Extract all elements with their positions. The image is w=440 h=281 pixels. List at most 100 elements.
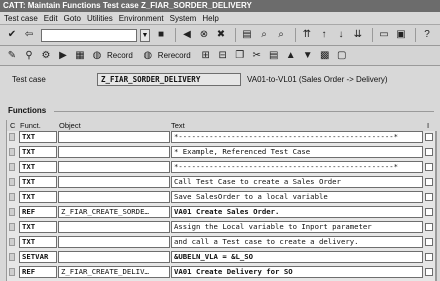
object-cell[interactable] [58, 131, 170, 143]
shortcut-icon[interactable]: ▣ [394, 28, 408, 42]
column-header-c[interactable]: C [10, 121, 15, 130]
column-header-text[interactable]: Text [171, 121, 185, 130]
record-button[interactable]: ◍ Record [90, 49, 133, 63]
cut-icon[interactable]: ✂ [250, 49, 264, 63]
menu-environment[interactable]: Environment [119, 14, 164, 23]
row-checkbox[interactable] [425, 223, 433, 231]
object-cell[interactable] [58, 176, 170, 188]
text-cell[interactable]: and call a Test case to create a deliver… [171, 236, 423, 248]
table-scrollbar[interactable] [435, 131, 437, 281]
row-checkbox[interactable] [425, 253, 433, 261]
find-icon[interactable]: ⌕ [257, 28, 271, 42]
first-page-icon[interactable]: ⇈ [300, 28, 314, 42]
row-selector[interactable] [9, 148, 15, 156]
command-field[interactable] [41, 28, 137, 42]
row-selector[interactable] [9, 193, 15, 201]
row-selector[interactable] [9, 253, 15, 261]
column-header-i[interactable]: I [427, 121, 429, 130]
deselect-all-icon[interactable]: ▢ [335, 49, 349, 63]
move-down-icon[interactable]: ▼ [301, 49, 315, 63]
save-icon[interactable]: ■ [154, 28, 168, 42]
text-cell[interactable]: Assign the Local variable to Inport para… [171, 221, 423, 233]
funct-cell[interactable]: TXT [19, 161, 57, 173]
copy-icon[interactable]: ❐ [233, 49, 247, 63]
change-display-icon[interactable]: ✎ [5, 49, 19, 63]
rerecord-button[interactable]: ◍ Rerecord [141, 49, 190, 63]
funct-cell[interactable]: TXT [19, 131, 57, 143]
test-case-field[interactable]: Z_FIAR_SORDER_DELIVERY [97, 73, 241, 86]
application-toolbar: ✎ ⚲ ⚙ ▶ ▦ ◍ Record ◍ Rerecord ⊞ ⊟ ❐ ✂ ▤ … [0, 46, 440, 66]
text-cell[interactable]: Save SalesOrder to a local variable [171, 191, 423, 203]
execute-icon[interactable]: ▶ [56, 49, 70, 63]
menu-edit[interactable]: Edit [44, 14, 58, 23]
object-cell[interactable] [58, 251, 170, 263]
object-cell[interactable] [58, 191, 170, 203]
paste-icon[interactable]: ▤ [267, 49, 281, 63]
menu-system[interactable]: System [170, 14, 197, 23]
last-page-icon[interactable]: ⇊ [351, 28, 365, 42]
menu-utilities[interactable]: Utilities [87, 14, 113, 23]
text-cell[interactable]: *---------------------------------------… [171, 161, 423, 173]
text-cell[interactable]: Call Test Case to create a Sales Order [171, 176, 423, 188]
object-cell[interactable]: Z_FIAR_CREATE_SORDE… [58, 206, 170, 218]
command-history-dropdown-icon[interactable]: ▼ [140, 28, 150, 42]
back-icon[interactable]: ◀ [180, 28, 194, 42]
row-selector[interactable] [9, 223, 15, 231]
exit-icon[interactable]: ⊗ [197, 28, 211, 42]
object-cell[interactable] [58, 146, 170, 158]
text-cell[interactable]: * Example, Referenced Test Case [171, 146, 423, 158]
row-selector[interactable] [9, 208, 15, 216]
column-header-object[interactable]: Object [59, 121, 81, 130]
enter-check-icon[interactable]: ✔ [5, 28, 19, 42]
row-checkbox[interactable] [425, 148, 433, 156]
text-cell[interactable]: *---------------------------------------… [171, 131, 423, 143]
row-selector[interactable] [9, 133, 15, 141]
command-field-back-icon[interactable]: ⇦ [22, 28, 36, 42]
row-selector[interactable] [9, 268, 15, 276]
find-next-icon[interactable]: ⌕ [274, 28, 288, 42]
menu-help[interactable]: Help [202, 14, 218, 23]
row-selector[interactable] [9, 238, 15, 246]
column-header-funct[interactable]: Funct. [20, 121, 41, 130]
row-checkbox[interactable] [425, 163, 433, 171]
row-checkbox[interactable] [425, 133, 433, 141]
menu-goto[interactable]: Goto [64, 14, 81, 23]
object-cell[interactable]: Z_FIAR_CREATE_DELIV… [58, 266, 170, 278]
row-checkbox[interactable] [425, 208, 433, 216]
text-cell[interactable]: &UBELN_VLA = &L_SO [171, 251, 423, 263]
funct-cell[interactable]: TXT [19, 146, 57, 158]
print-icon[interactable]: ▤ [240, 28, 254, 42]
funct-cell[interactable]: TXT [19, 191, 57, 203]
menu-test-case[interactable]: Test case [4, 14, 38, 23]
row-selector[interactable] [9, 163, 15, 171]
object-cell[interactable] [58, 161, 170, 173]
row-checkbox[interactable] [425, 238, 433, 246]
new-session-icon[interactable]: ▭ [377, 28, 391, 42]
help-icon[interactable]: ? [420, 28, 434, 42]
row-checkbox[interactable] [425, 178, 433, 186]
select-all-icon[interactable]: ▩ [318, 49, 332, 63]
text-cell[interactable]: VA01 Create Sales Order. [171, 206, 423, 218]
row-checkbox[interactable] [425, 193, 433, 201]
next-page-icon[interactable]: ↓ [334, 28, 348, 42]
insert-row-icon[interactable]: ⊞ [199, 49, 213, 63]
funct-cell[interactable]: REF [19, 266, 57, 278]
text-cell[interactable]: VA01 Create Delivery for SO [171, 266, 423, 278]
funct-cell[interactable]: TXT [19, 176, 57, 188]
cancel-icon[interactable]: ✖ [214, 28, 228, 42]
funct-cell[interactable]: TXT [19, 221, 57, 233]
table-row: REF Z_FIAR_CREATE_DELIV… VA01 Create Del… [7, 266, 437, 279]
test-icon[interactable]: ⚙ [39, 49, 53, 63]
other-object-icon[interactable]: ⚲ [22, 49, 36, 63]
delete-row-icon[interactable]: ⊟ [216, 49, 230, 63]
object-cell[interactable] [58, 236, 170, 248]
move-up-icon[interactable]: ▲ [284, 49, 298, 63]
funct-cell[interactable]: SETVAR [19, 251, 57, 263]
row-selector[interactable] [9, 178, 15, 186]
row-checkbox[interactable] [425, 268, 433, 276]
object-cell[interactable] [58, 221, 170, 233]
funct-cell[interactable]: TXT [19, 236, 57, 248]
previous-page-icon[interactable]: ↑ [317, 28, 331, 42]
log-icon[interactable]: ▦ [73, 49, 87, 63]
funct-cell[interactable]: REF [19, 206, 57, 218]
